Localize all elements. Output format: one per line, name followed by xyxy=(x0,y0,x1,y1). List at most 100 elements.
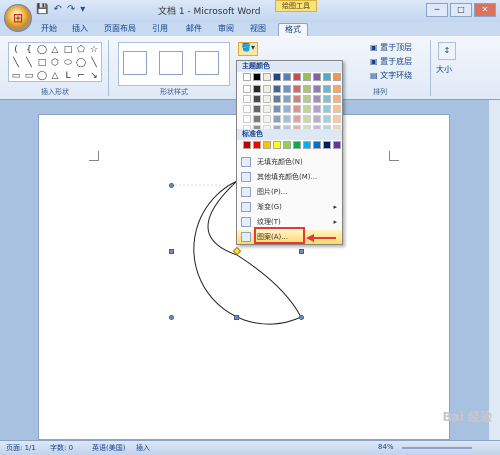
standard-color-swatch[interactable] xyxy=(313,141,321,149)
tab-references[interactable]: 引用 xyxy=(148,23,172,36)
zoom-slider[interactable] xyxy=(402,447,472,449)
standard-color-swatch[interactable] xyxy=(333,141,341,149)
language[interactable]: 英语(美国) xyxy=(92,443,125,453)
tab-format[interactable]: 格式 xyxy=(278,23,308,36)
shape-item[interactable]: ╲ xyxy=(10,57,22,69)
standard-color-swatch[interactable] xyxy=(303,141,311,149)
theme-color-swatch[interactable] xyxy=(243,105,251,113)
shape-item[interactable]: ⬡ xyxy=(49,57,61,69)
shape-item[interactable]: ▭ xyxy=(10,70,22,82)
gradient-option[interactable]: 渐变(G) ▸ xyxy=(237,200,342,214)
theme-color-swatch[interactable] xyxy=(283,85,291,93)
theme-color-swatch[interactable] xyxy=(283,115,291,123)
word-count[interactable]: 字数: 0 xyxy=(50,443,73,453)
shape-item[interactable]: ☆ xyxy=(88,44,100,56)
shape-item[interactable]: ⬭ xyxy=(62,57,74,69)
minimize-button[interactable]: ─ xyxy=(426,3,448,17)
theme-color-swatch[interactable] xyxy=(313,105,321,113)
theme-color-swatch[interactable] xyxy=(293,85,301,93)
resize-handle[interactable] xyxy=(299,315,304,320)
theme-color-swatch[interactable] xyxy=(283,105,291,113)
standard-color-swatch[interactable] xyxy=(283,141,291,149)
theme-color-swatch[interactable] xyxy=(273,95,281,103)
theme-color-swatch[interactable] xyxy=(263,73,271,81)
more-fill-colors-option[interactable]: 其他填充颜色(M)... xyxy=(237,170,342,184)
maximize-button[interactable]: □ xyxy=(450,3,472,17)
theme-color-swatch[interactable] xyxy=(293,105,301,113)
theme-color-swatch[interactable] xyxy=(303,115,311,123)
send-to-back-button[interactable]: ▣ 置于底层 xyxy=(370,56,412,67)
standard-color-swatch[interactable] xyxy=(243,141,251,149)
shape-item[interactable]: △ xyxy=(49,70,61,82)
theme-color-swatch[interactable] xyxy=(323,115,331,123)
theme-color-swatch[interactable] xyxy=(333,73,341,81)
resize-handle[interactable] xyxy=(169,183,174,188)
theme-color-swatch[interactable] xyxy=(253,115,261,123)
theme-color-swatch[interactable] xyxy=(273,73,281,81)
shape-item[interactable]: ↘ xyxy=(88,70,100,82)
picture-fill-option[interactable]: 图片(P)... xyxy=(237,185,342,199)
shapes-gallery[interactable]: ( { ◯ △ □ ⬠ ☆ ╲ ╲ □ ⬡ ⬭ ◯ ╲ ▭ ▭ ◯ △ L ⌐ … xyxy=(8,42,102,82)
tab-view[interactable]: 视图 xyxy=(246,23,270,36)
theme-color-swatch[interactable] xyxy=(293,95,301,103)
theme-color-swatch[interactable] xyxy=(253,105,261,113)
theme-color-swatch[interactable] xyxy=(323,73,331,81)
tab-page-layout[interactable]: 页面布局 xyxy=(100,23,140,36)
theme-color-swatch[interactable] xyxy=(243,95,251,103)
theme-color-swatch[interactable] xyxy=(283,73,291,81)
close-button[interactable]: ✕ xyxy=(474,3,496,17)
theme-color-swatch[interactable] xyxy=(243,73,251,81)
theme-color-swatch[interactable] xyxy=(293,73,301,81)
zoom-level[interactable]: 84% xyxy=(378,443,394,451)
theme-color-swatch[interactable] xyxy=(273,105,281,113)
insert-mode[interactable]: 插入 xyxy=(136,443,150,453)
shape-item[interactable]: ╲ xyxy=(23,57,35,69)
shape-item[interactable]: ⬠ xyxy=(75,44,87,56)
redo-icon[interactable]: ↷ xyxy=(67,4,75,15)
resize-handle[interactable] xyxy=(169,249,174,254)
style-swatch-blue[interactable] xyxy=(159,51,183,75)
size-button[interactable]: 大小 xyxy=(436,64,452,75)
style-swatch-red[interactable] xyxy=(195,51,219,75)
standard-color-swatch[interactable] xyxy=(323,141,331,149)
shape-item[interactable]: △ xyxy=(49,44,61,56)
theme-color-swatch[interactable] xyxy=(253,73,261,81)
theme-color-swatch[interactable] xyxy=(243,115,251,123)
shape-item[interactable]: L xyxy=(62,70,74,82)
qat-customize-icon[interactable]: ▾ xyxy=(80,4,85,15)
theme-color-swatch[interactable] xyxy=(303,73,311,81)
theme-color-swatch[interactable] xyxy=(303,105,311,113)
shape-item[interactable]: □ xyxy=(62,44,74,56)
shape-item[interactable]: ( xyxy=(10,44,22,56)
theme-color-swatch[interactable] xyxy=(313,73,321,81)
theme-color-swatch[interactable] xyxy=(333,115,341,123)
resize-handle[interactable] xyxy=(299,249,304,254)
theme-color-swatch[interactable] xyxy=(263,115,271,123)
shape-item[interactable]: ▭ xyxy=(23,70,35,82)
theme-color-swatch[interactable] xyxy=(283,95,291,103)
theme-color-swatch[interactable] xyxy=(313,115,321,123)
no-fill-option[interactable]: 无填充颜色(N) xyxy=(237,155,342,169)
standard-color-swatch[interactable] xyxy=(273,141,281,149)
theme-color-swatch[interactable] xyxy=(323,85,331,93)
theme-color-swatch[interactable] xyxy=(263,95,271,103)
shape-item[interactable]: ╲ xyxy=(88,57,100,69)
resize-handle[interactable] xyxy=(169,315,174,320)
shape-item[interactable]: ⌐ xyxy=(75,70,87,82)
vertical-scrollbar[interactable] xyxy=(488,100,500,440)
theme-color-swatch[interactable] xyxy=(243,85,251,93)
theme-color-swatch[interactable] xyxy=(333,95,341,103)
theme-color-swatch[interactable] xyxy=(323,105,331,113)
theme-color-swatch[interactable] xyxy=(313,95,321,103)
theme-color-swatch[interactable] xyxy=(293,115,301,123)
theme-color-swatch[interactable] xyxy=(333,105,341,113)
page-count[interactable]: 页面: 1/1 xyxy=(6,443,36,453)
shape-item[interactable]: ◯ xyxy=(75,57,87,69)
theme-color-swatch[interactable] xyxy=(273,85,281,93)
text-wrap-button[interactable]: ▤ 文字环绕 xyxy=(370,70,412,81)
theme-color-swatch[interactable] xyxy=(313,85,321,93)
theme-color-swatch[interactable] xyxy=(263,85,271,93)
bring-to-front-button[interactable]: ▣ 置于顶层 xyxy=(370,42,412,53)
theme-color-swatch[interactable] xyxy=(323,95,331,103)
theme-color-swatch[interactable] xyxy=(303,85,311,93)
